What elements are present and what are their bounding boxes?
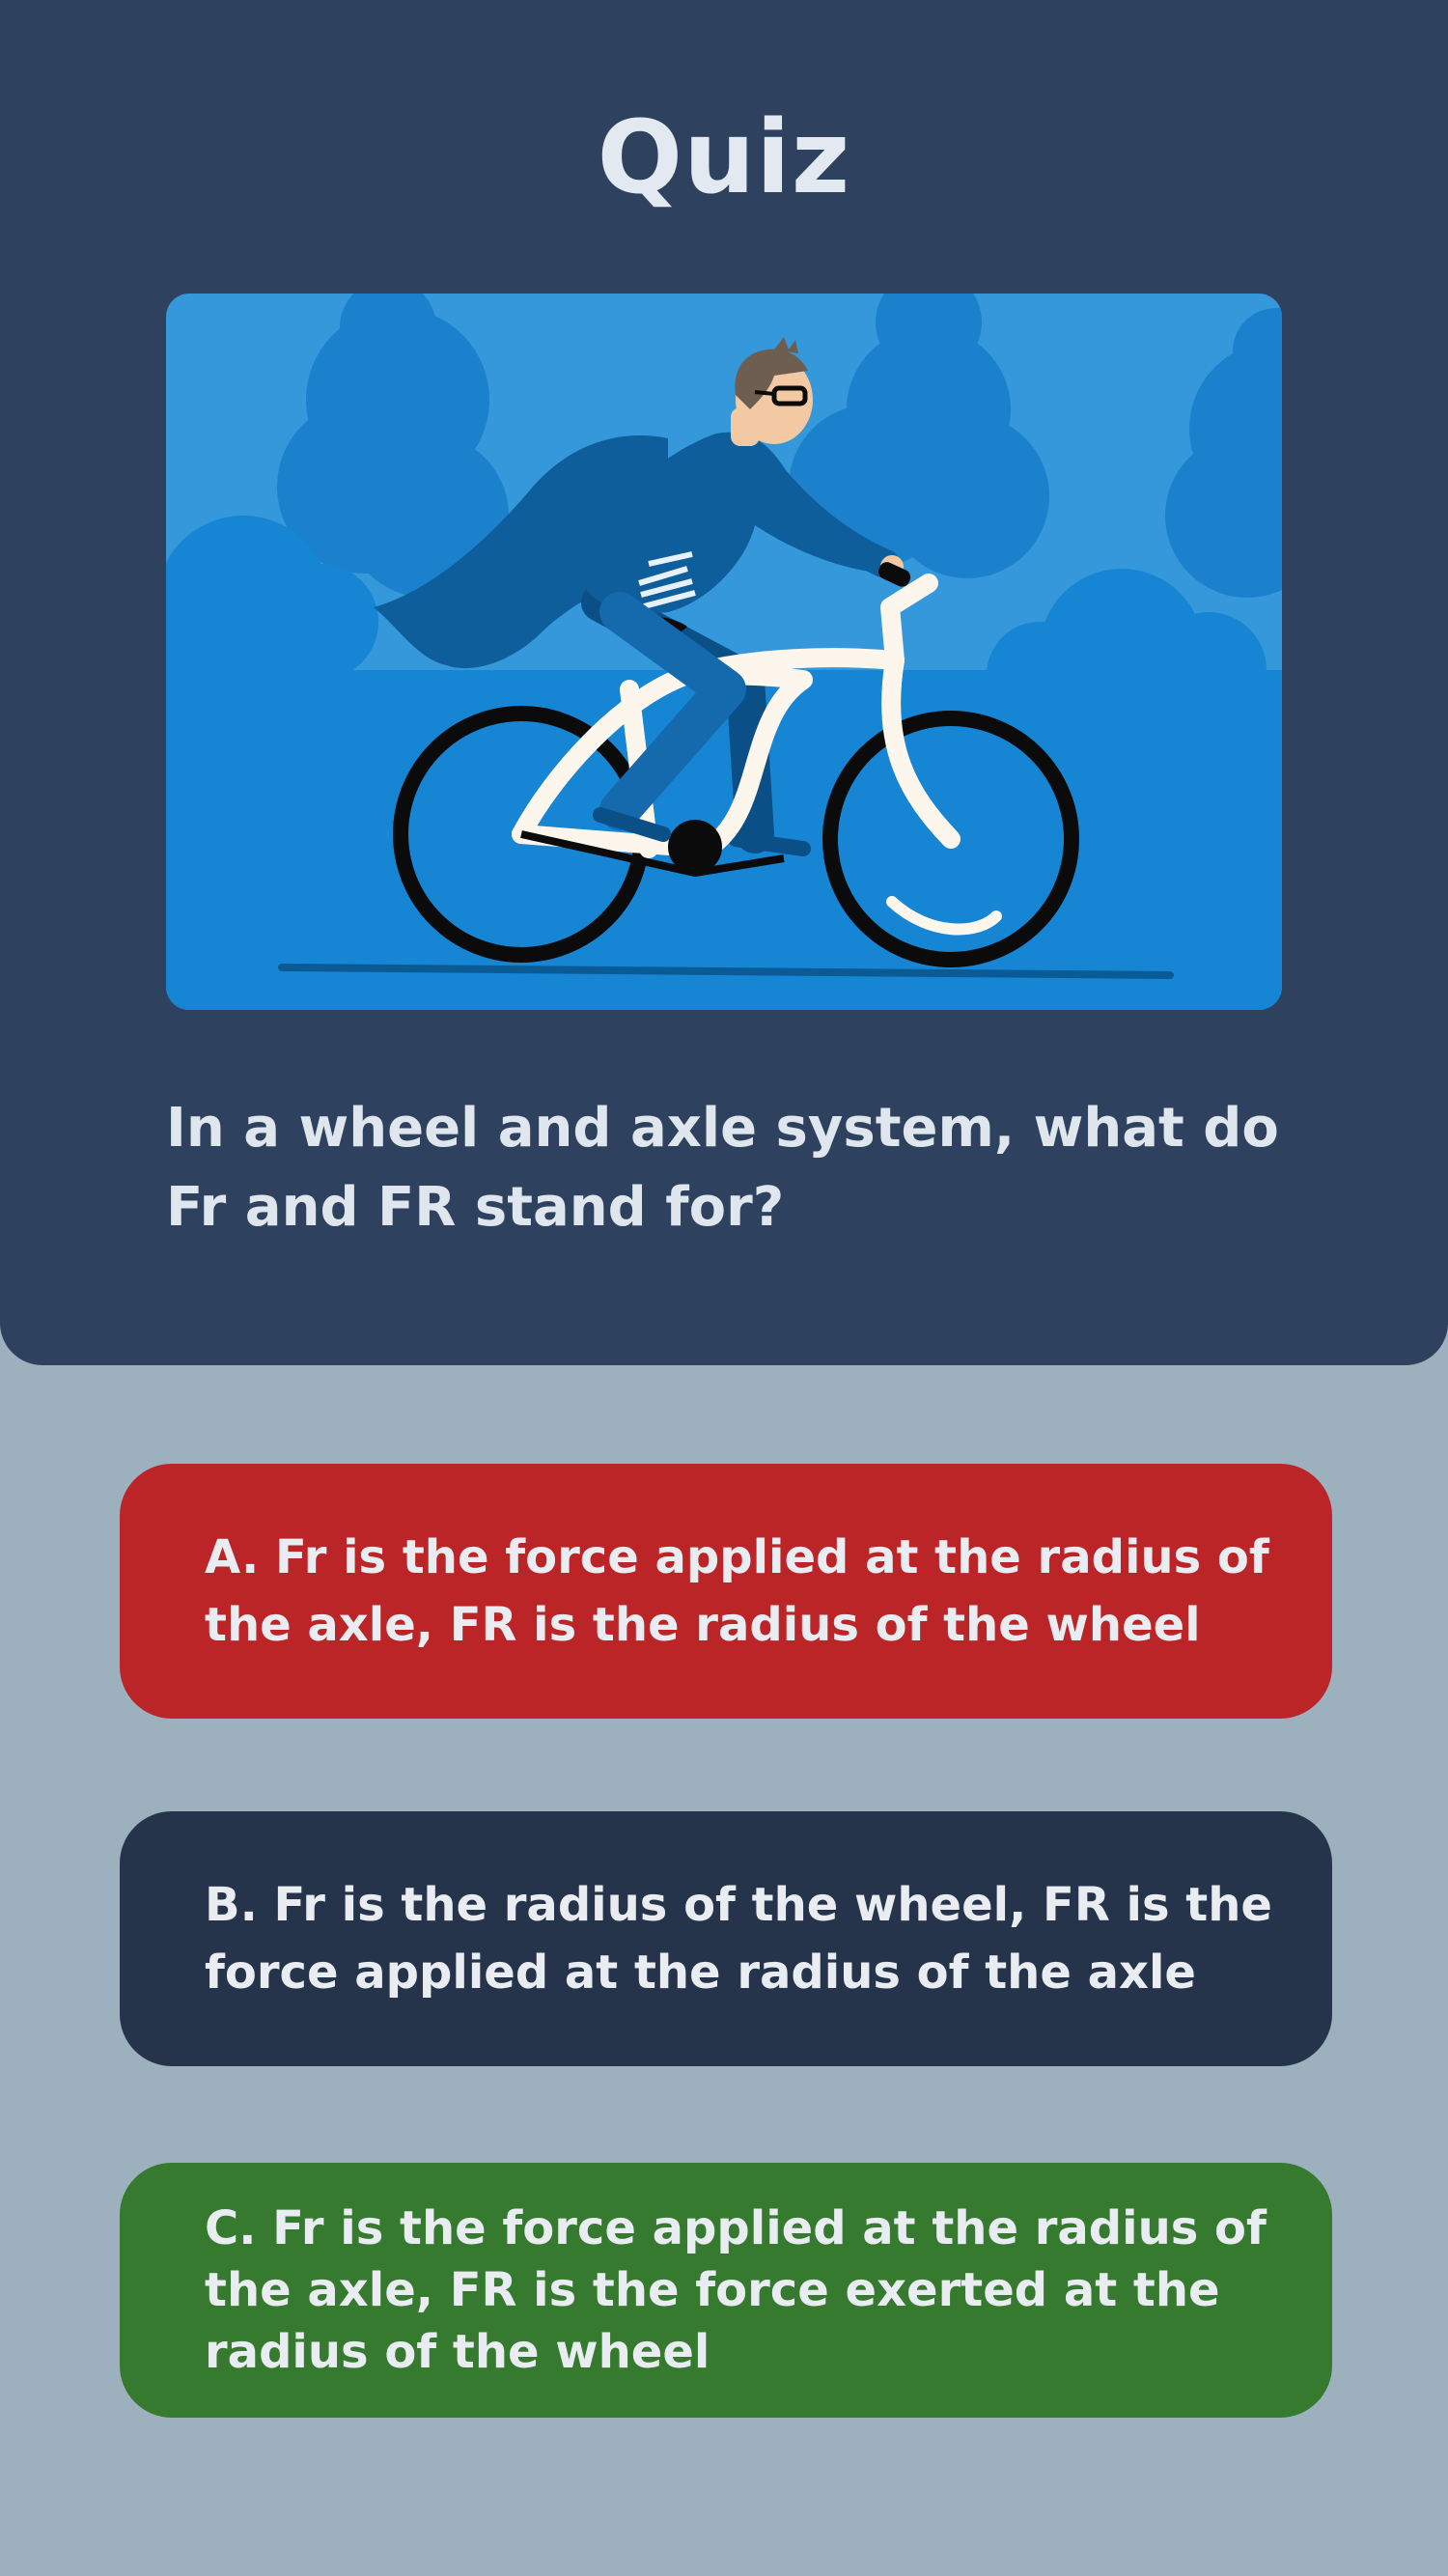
answer-option-a[interactable]: A. Fr is the force applied at the radius… [120, 1464, 1332, 1719]
page-title: Quiz [597, 98, 851, 216]
bicycle-rider-illustration [166, 294, 1282, 1010]
quiz-header: Quiz In a wheel and axle system, what do… [0, 0, 1448, 1365]
answer-option-c[interactable]: C. Fr is the force applied at the radius… [120, 2163, 1332, 2418]
answer-option-a-label: A. Fr is the force applied at the radius… [205, 1530, 1269, 1652]
answer-option-c-label: C. Fr is the force applied at the radius… [205, 2201, 1267, 2379]
question-text: In a wheel and axle system, what do Fr a… [166, 1097, 1279, 1239]
answer-option-b-label: B. Fr is the radius of the wheel, FR is … [205, 1878, 1272, 2000]
answer-option-b[interactable]: B. Fr is the radius of the wheel, FR is … [120, 1811, 1332, 2066]
